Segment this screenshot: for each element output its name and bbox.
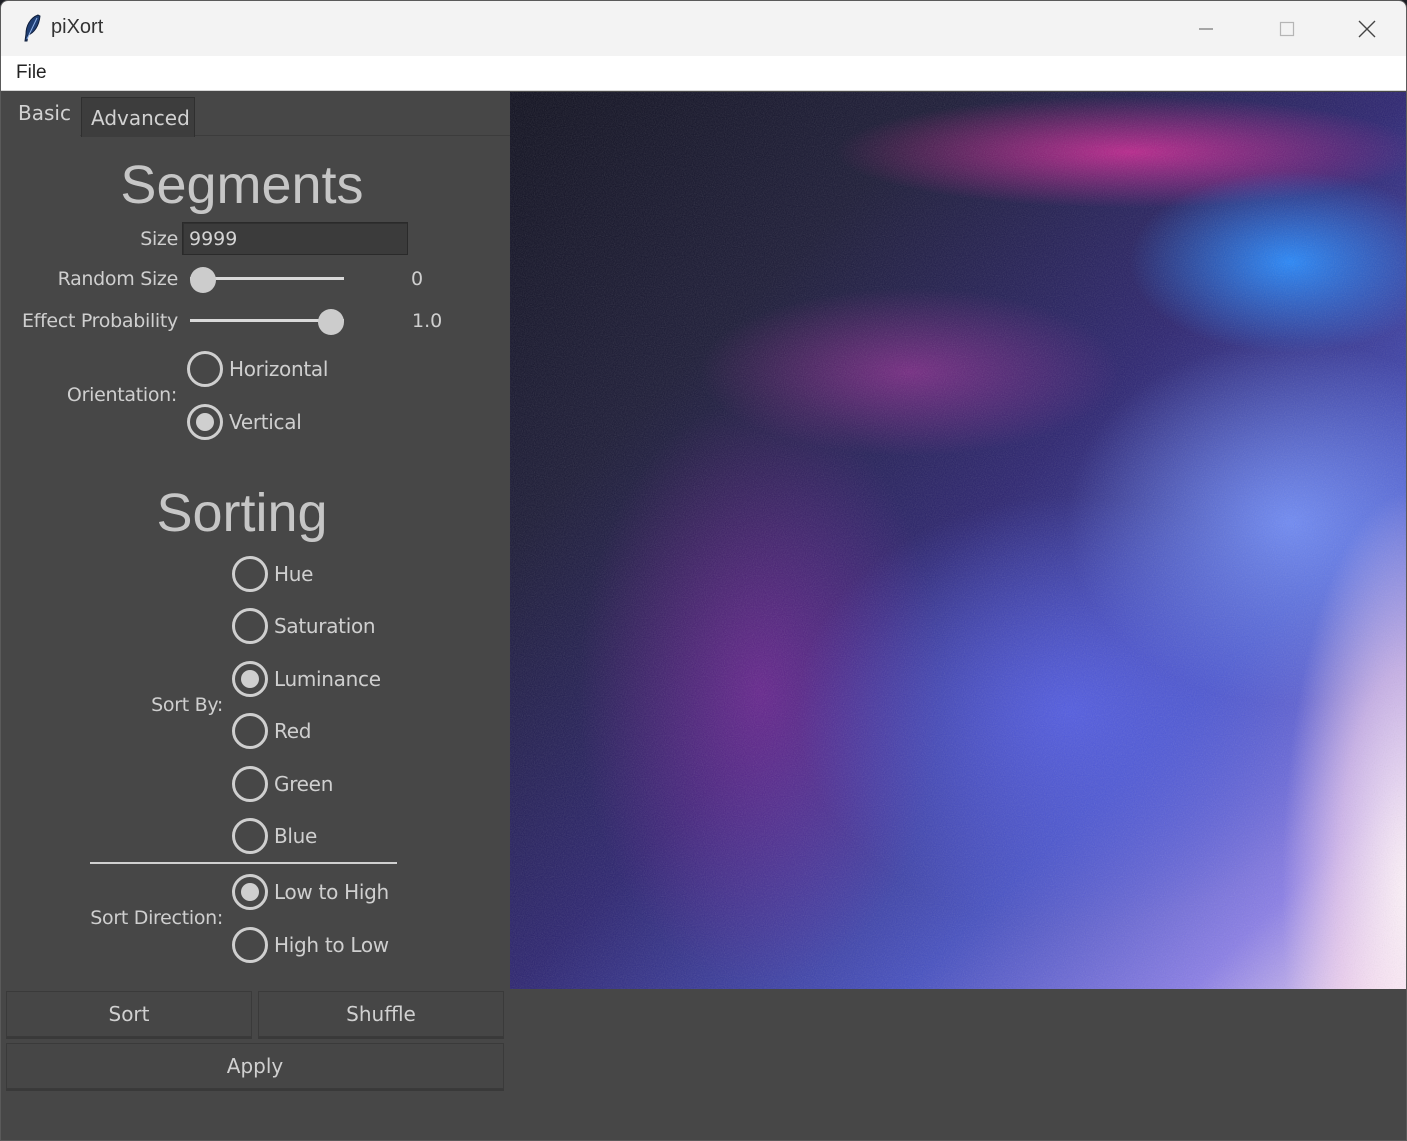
radio-ring [232, 766, 268, 802]
radio-ring [232, 608, 268, 644]
radio-label: Saturation [274, 614, 376, 638]
radio-label: High to Low [274, 933, 389, 957]
radio-hue[interactable]: Hue [232, 554, 313, 594]
effect-probability-value: 1.0 [412, 310, 443, 332]
separator [90, 862, 397, 864]
radio-label: Hue [274, 562, 314, 586]
effect-probability-slider[interactable] [190, 306, 344, 336]
close-icon [1358, 20, 1376, 37]
radio-label: Luminance [274, 667, 381, 691]
radio-ring [187, 404, 223, 440]
radio-ring [187, 351, 223, 387]
radio-horizontal[interactable]: Horizontal [187, 349, 328, 389]
radio-ring [232, 556, 268, 592]
radio-label: Green [274, 772, 334, 796]
radio-high-to-low[interactable]: High to Low [232, 925, 389, 965]
app-window: piXort File Basic Advanced Segments Size… [0, 0, 1407, 1141]
menu-file[interactable]: File [16, 62, 47, 84]
random-size-value: 0 [411, 268, 424, 290]
radio-label: Low to High [274, 880, 389, 904]
feather-icon [21, 14, 43, 42]
size-label: Size [140, 228, 178, 250]
minimize-button[interactable] [1166, 1, 1246, 56]
radio-ring [232, 818, 268, 854]
size-input[interactable] [182, 222, 408, 255]
random-size-label: Random Size [57, 268, 179, 290]
segments-heading: Segments [120, 155, 364, 215]
image-preview [510, 92, 1406, 989]
radio-red[interactable]: Red [232, 711, 311, 751]
maximize-button[interactable] [1247, 1, 1327, 56]
radio-ring [232, 713, 268, 749]
radio-luminance[interactable]: Luminance [232, 659, 381, 699]
radio-low-to-high[interactable]: Low to High [232, 872, 389, 912]
title-bar[interactable]: piXort [1, 1, 1406, 56]
radio-ring [232, 661, 268, 697]
random-size-slider[interactable] [190, 264, 344, 294]
radio-saturation[interactable]: Saturation [232, 606, 376, 646]
orientation-label: Orientation: [66, 384, 177, 406]
radio-ring [232, 927, 268, 963]
radio-vertical[interactable]: Vertical [187, 402, 302, 442]
shuffle-button[interactable]: Shuffle [258, 991, 504, 1037]
slider-thumb[interactable] [318, 309, 344, 335]
tab-basic[interactable]: Basic [4, 92, 80, 136]
window-title: piXort [51, 16, 104, 38]
menu-bar: File [1, 56, 1406, 91]
effect-probability-label: Effect Probability [21, 310, 178, 332]
minimize-icon [1199, 27, 1213, 30]
sort-by-label: Sort By: [151, 694, 223, 716]
sort-direction-label: Sort Direction: [90, 907, 223, 929]
radio-blue[interactable]: Blue [232, 816, 317, 856]
maximize-icon [1279, 21, 1295, 36]
close-button[interactable] [1327, 1, 1406, 56]
controls-panel: Basic Advanced Segments Size Random Size… [4, 92, 510, 989]
sorting-heading: Sorting [156, 483, 328, 543]
radio-green[interactable]: Green [232, 764, 333, 804]
image-texture [510, 92, 1406, 989]
radio-label: Blue [274, 824, 318, 848]
slider-thumb[interactable] [190, 267, 216, 293]
apply-button[interactable]: Apply [6, 1043, 504, 1089]
radio-label: Horizontal [229, 357, 329, 381]
tab-advanced[interactable]: Advanced [81, 97, 195, 137]
radio-label: Red [274, 719, 312, 743]
sort-button[interactable]: Sort [6, 991, 252, 1037]
radio-ring [232, 874, 268, 910]
tab-bar: Basic Advanced [4, 92, 510, 137]
radio-label: Vertical [229, 410, 302, 434]
